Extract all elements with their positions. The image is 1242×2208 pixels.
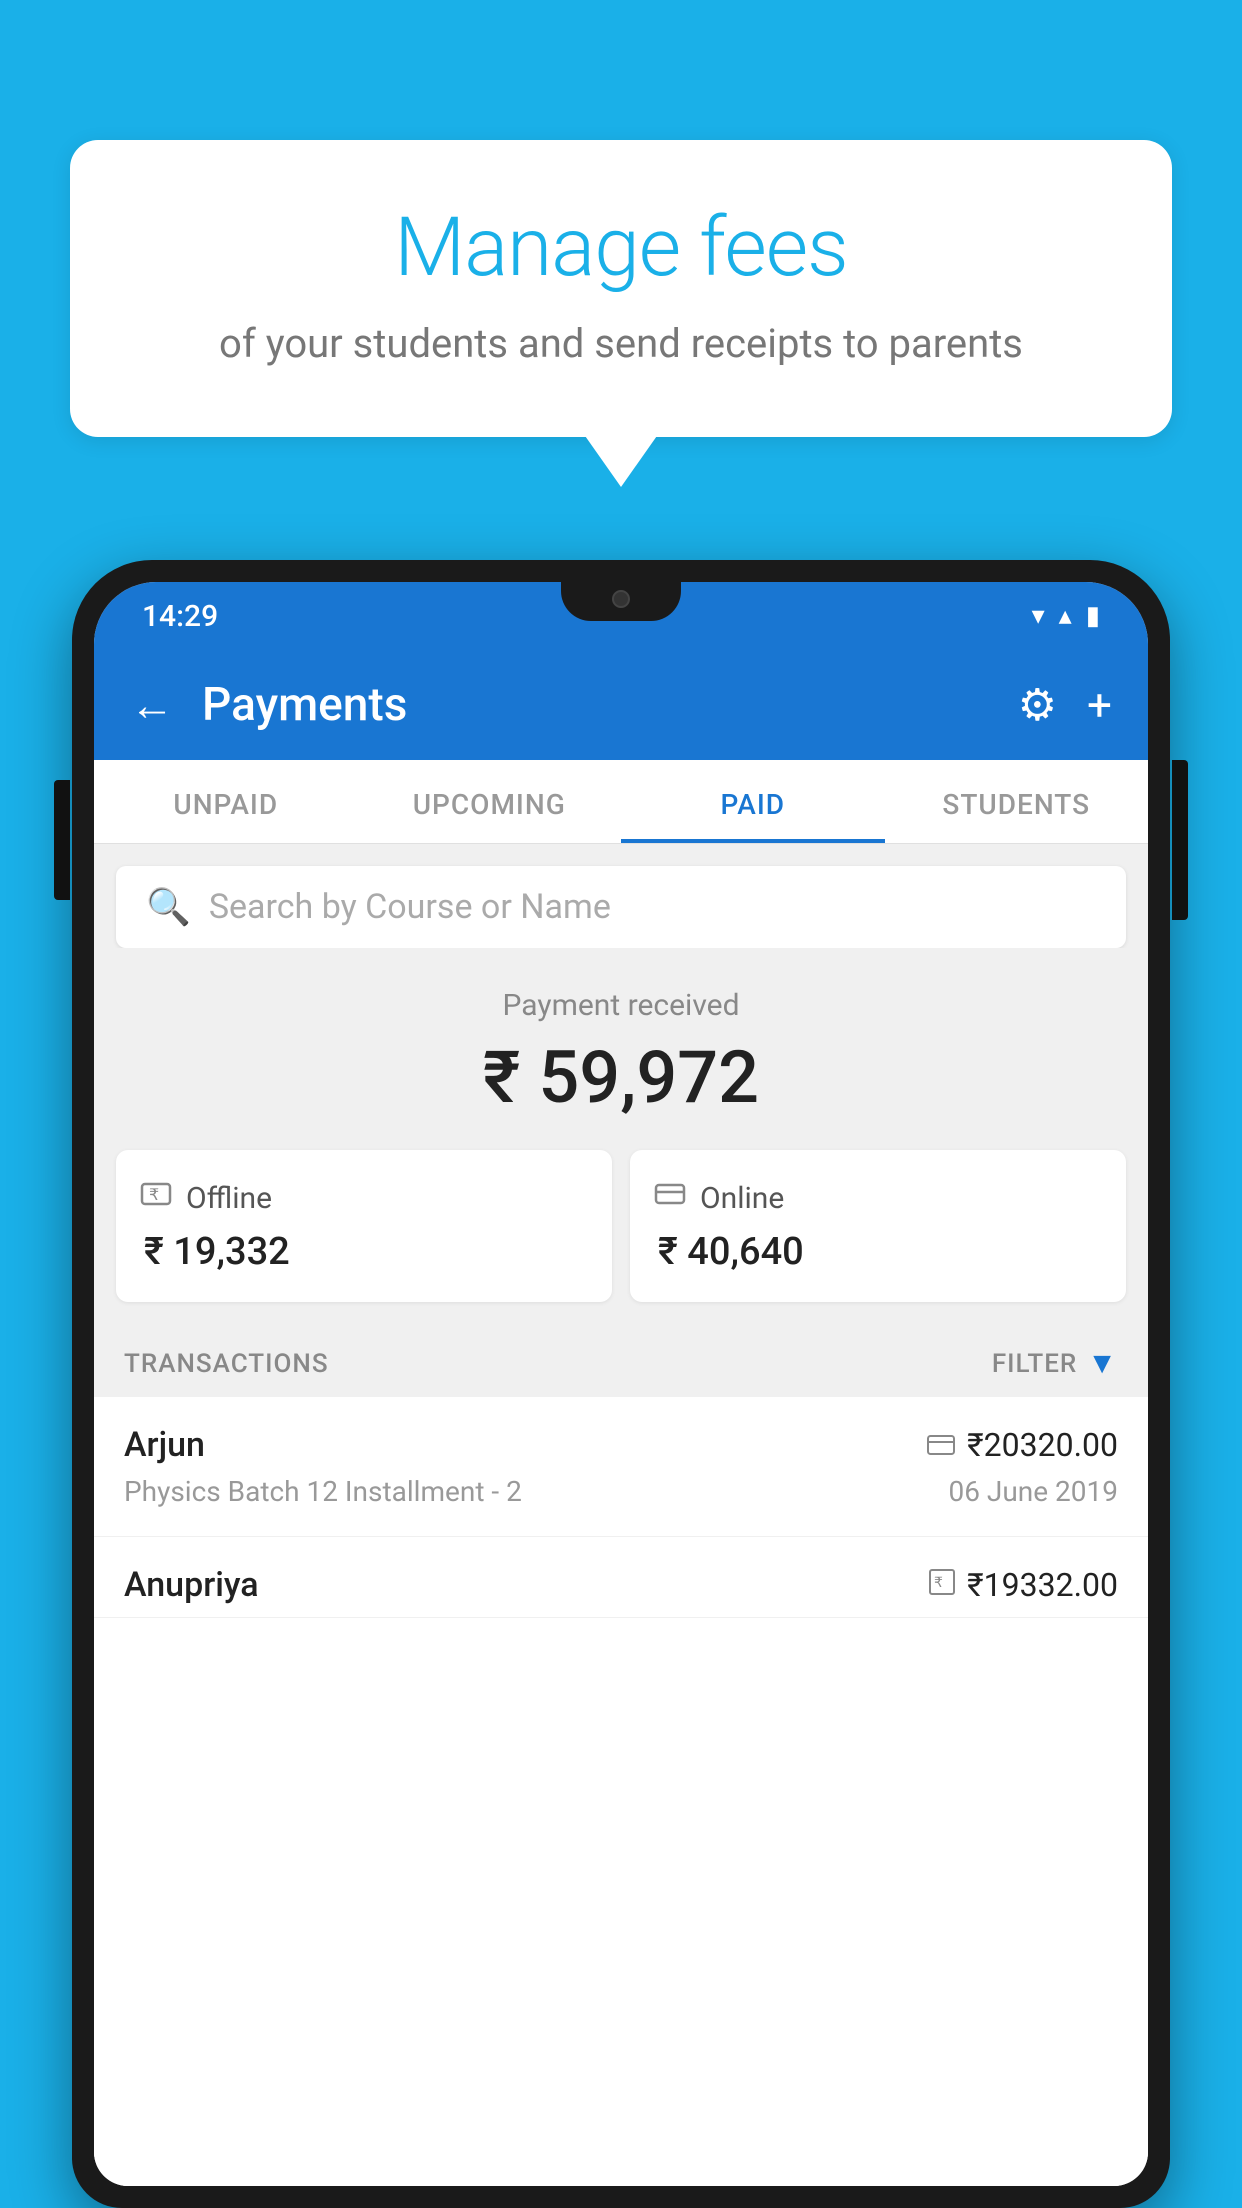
student-name: Anupriya bbox=[124, 1565, 259, 1605]
transaction-list: Arjun ₹20320.00 bbox=[94, 1397, 1148, 2186]
transaction-row-top: Anupriya ₹ ₹19332.00 bbox=[124, 1565, 1118, 1605]
app-bar-actions: ⚙ + bbox=[1018, 679, 1112, 731]
status-time: 14:29 bbox=[142, 599, 218, 634]
transactions-header: TRANSACTIONS FILTER ▼ bbox=[94, 1326, 1148, 1397]
offline-card-amount: ₹ 19,332 bbox=[140, 1230, 588, 1274]
back-button[interactable]: ← bbox=[130, 679, 174, 731]
transaction-amount: ₹20320.00 bbox=[927, 1426, 1118, 1464]
status-icons: ▾ ▴ ▮ bbox=[1032, 601, 1100, 631]
payment-received-section: Payment received ₹ 59,972 bbox=[94, 948, 1148, 1150]
camera-dot bbox=[612, 590, 630, 608]
gear-icon[interactable]: ⚙ bbox=[1018, 679, 1057, 731]
date-info: 06 June 2019 bbox=[948, 1475, 1118, 1508]
app-title: Payments bbox=[202, 678, 1018, 732]
online-card-amount: ₹ 40,640 bbox=[654, 1230, 1102, 1274]
amount-value: ₹20320.00 bbox=[967, 1426, 1118, 1464]
offline-card-type: Offline bbox=[186, 1181, 272, 1216]
filter-label: FILTER bbox=[992, 1349, 1077, 1379]
phone-screen: 14:29 ▾ ▴ ▮ ← Payments ⚙ + bbox=[94, 582, 1148, 2186]
transactions-label: TRANSACTIONS bbox=[124, 1349, 329, 1379]
transaction-row-top: Arjun ₹20320.00 bbox=[124, 1425, 1118, 1465]
svg-text:₹: ₹ bbox=[149, 1187, 159, 1204]
status-bar: 14:29 ▾ ▴ ▮ bbox=[94, 582, 1148, 650]
phone-frame: 14:29 ▾ ▴ ▮ ← Payments ⚙ + bbox=[72, 560, 1170, 2208]
search-input-placeholder: Search by Course or Name bbox=[209, 887, 611, 927]
amount-value: ₹19332.00 bbox=[967, 1566, 1118, 1604]
bubble-title: Manage fees bbox=[150, 200, 1092, 296]
app-bar: ← Payments ⚙ + bbox=[94, 650, 1148, 760]
wifi-icon: ▾ bbox=[1032, 601, 1045, 631]
speech-bubble: Manage fees of your students and send re… bbox=[70, 140, 1172, 437]
online-card-type: Online bbox=[700, 1181, 784, 1216]
course-info: Physics Batch 12 Installment - 2 bbox=[124, 1475, 522, 1508]
signal-icon: ▴ bbox=[1059, 601, 1072, 631]
payment-cards: ₹ Offline ₹ 19,332 bbox=[94, 1150, 1148, 1326]
search-icon: 🔍 bbox=[146, 886, 191, 928]
tab-paid[interactable]: PAID bbox=[621, 760, 885, 843]
payment-received-amount: ₹ 59,972 bbox=[94, 1035, 1148, 1120]
tab-students[interactable]: STUDENTS bbox=[885, 760, 1149, 843]
notch-area: 14:29 ▾ ▴ ▮ bbox=[142, 599, 1100, 634]
online-payment-icon bbox=[654, 1178, 686, 1218]
plus-icon[interactable]: + bbox=[1087, 679, 1112, 731]
search-bar[interactable]: 🔍 Search by Course or Name bbox=[116, 866, 1126, 948]
bubble-subtitle: of your students and send receipts to pa… bbox=[150, 320, 1092, 367]
filter-button[interactable]: FILTER ▼ bbox=[992, 1346, 1118, 1381]
payment-type-icon bbox=[927, 1429, 955, 1462]
content-area: 🔍 Search by Course or Name Payment recei… bbox=[94, 844, 1148, 2186]
transaction-amount: ₹ ₹19332.00 bbox=[929, 1566, 1118, 1604]
tab-upcoming[interactable]: UPCOMING bbox=[358, 760, 622, 843]
offline-payment-icon: ₹ bbox=[140, 1178, 172, 1218]
battery-icon: ▮ bbox=[1086, 601, 1100, 631]
svg-text:₹: ₹ bbox=[934, 1574, 943, 1590]
transaction-row: Anupriya ₹ ₹19332.00 bbox=[94, 1537, 1148, 1618]
offline-card-header: ₹ Offline bbox=[140, 1178, 588, 1218]
online-payment-card: Online ₹ 40,640 bbox=[630, 1150, 1126, 1302]
tabs: UNPAID UPCOMING PAID STUDENTS bbox=[94, 760, 1148, 844]
payment-type-icon: ₹ bbox=[929, 1569, 955, 1602]
transaction-row-bottom: Physics Batch 12 Installment - 2 06 June… bbox=[124, 1475, 1118, 1508]
student-name: Arjun bbox=[124, 1425, 205, 1465]
speech-bubble-container: Manage fees of your students and send re… bbox=[70, 140, 1172, 437]
filter-icon: ▼ bbox=[1087, 1346, 1118, 1381]
online-card-header: Online bbox=[654, 1178, 1102, 1218]
notch bbox=[561, 582, 681, 621]
payment-received-label: Payment received bbox=[94, 988, 1148, 1023]
offline-payment-card: ₹ Offline ₹ 19,332 bbox=[116, 1150, 612, 1302]
tab-unpaid[interactable]: UNPAID bbox=[94, 760, 358, 843]
transaction-row: Arjun ₹20320.00 bbox=[94, 1397, 1148, 1537]
